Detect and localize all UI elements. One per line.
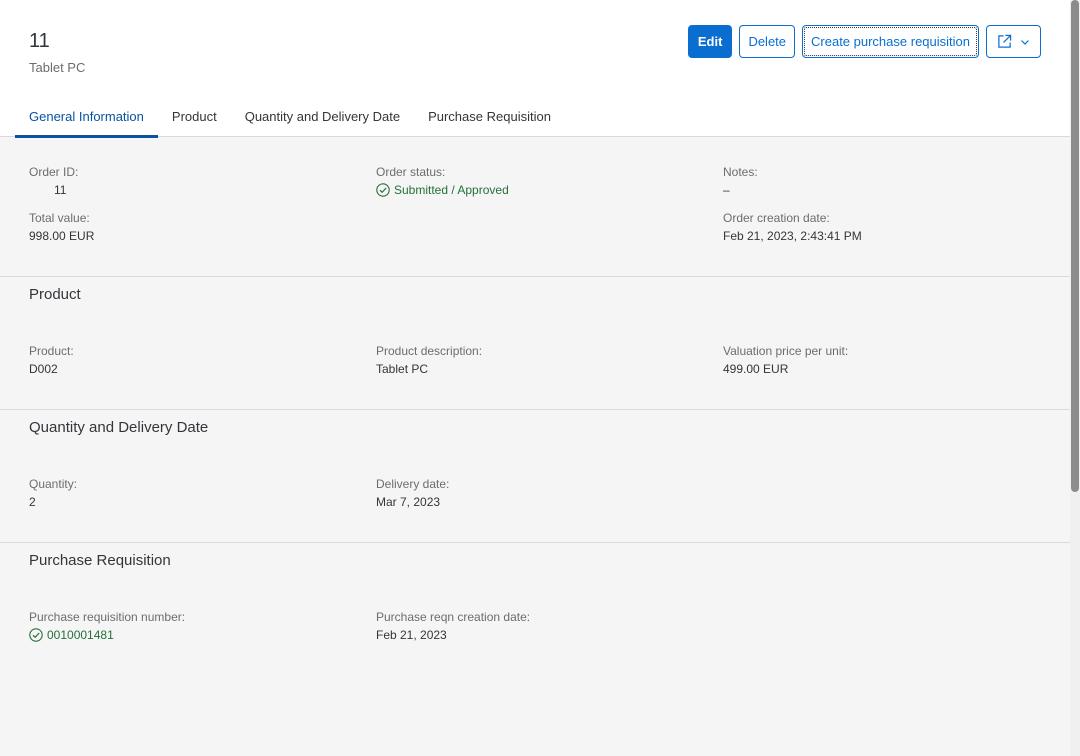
order-status-label: Order status:	[376, 165, 446, 179]
header-actions: Edit Delete Create purchase requisition	[687, 25, 1041, 58]
field-product: Product: D002	[29, 343, 74, 377]
success-check-icon	[376, 183, 390, 197]
share-menu-button[interactable]	[986, 25, 1041, 58]
quantity-label: Quantity:	[29, 477, 78, 491]
total-value-value: 998.00 EUR	[29, 229, 95, 243]
chevron-down-icon	[1021, 39, 1029, 45]
edit-button[interactable]: Edit	[687, 25, 733, 58]
field-delivery-date: Delivery date: Mar 7, 2023	[376, 476, 449, 510]
order-id-label: Order ID:	[29, 165, 79, 179]
success-check-icon	[29, 628, 43, 642]
vertical-scrollbar[interactable]	[1070, 0, 1080, 756]
section-title-quantity: Quantity and Delivery Date	[29, 419, 209, 436]
product-label: Product:	[29, 344, 74, 358]
field-order-status: Order status: Submitted / Approved	[376, 164, 509, 198]
field-order-creation-date: Order creation date: Feb 21, 2023, 2:43:…	[723, 210, 862, 244]
field-purchase-reqn-creation-date: Purchase reqn creation date: Feb 21, 202…	[376, 609, 530, 643]
delivery-date-value: Mar 7, 2023	[376, 495, 441, 509]
share-icon	[998, 34, 1012, 48]
delete-button[interactable]: Delete	[739, 25, 796, 58]
total-value-label: Total value:	[29, 211, 90, 225]
notes-value: –	[723, 183, 730, 197]
field-order-id: Order ID: 11	[29, 164, 78, 198]
section-product: Product Product: D002 Product descriptio…	[0, 277, 1070, 410]
valuation-price-value: 499.00 EUR	[723, 362, 789, 376]
field-purchase-requisition-number: Purchase requisition number: 0010001481	[29, 609, 185, 643]
tab-product[interactable]: Product	[158, 109, 231, 137]
order-status-text: Submitted / Approved	[394, 183, 509, 197]
create-purchase-requisition-button[interactable]: Create purchase requisition	[802, 25, 979, 58]
tab-general-information[interactable]: General Information	[15, 109, 158, 138]
order-creation-date-label: Order creation date:	[723, 211, 830, 225]
page-title: 11	[29, 30, 50, 52]
field-quantity: Quantity: 2	[29, 476, 77, 510]
delivery-date-label: Delivery date:	[376, 477, 450, 491]
purchase-requisition-number-text: 0010001481	[47, 628, 114, 642]
page-subtitle: Tablet PC	[29, 60, 86, 75]
tab-quantity-and-delivery-date[interactable]: Quantity and Delivery Date	[231, 109, 414, 137]
notes-label: Notes:	[723, 165, 758, 179]
tab-purchase-requisition[interactable]: Purchase Requisition	[414, 109, 565, 137]
order-creation-date-value: Feb 21, 2023, 2:43:41 PM	[723, 229, 862, 243]
field-total-value: Total value: 998.00 EUR	[29, 210, 94, 244]
field-notes: Notes: –	[723, 164, 758, 198]
section-general-information: Order ID: 11 Order status: Submitted / A…	[0, 137, 1070, 277]
order-id-value: 11	[54, 183, 67, 197]
order-status-value: Submitted / Approved	[376, 182, 509, 198]
purchase-reqn-creation-date-label: Purchase reqn creation date:	[376, 610, 531, 624]
quantity-value: 2	[29, 495, 36, 509]
product-description-label: Product description:	[376, 344, 483, 358]
purchase-requisition-number-value: 0010001481	[29, 627, 185, 643]
purchase-requisition-number-label: Purchase requisition number:	[29, 610, 186, 624]
product-description-value: Tablet PC	[376, 362, 429, 376]
product-value: D002	[29, 362, 58, 376]
purchase-reqn-creation-date-value: Feb 21, 2023	[376, 628, 447, 642]
section-purchase-requisition: Purchase Requisition Purchase requisitio…	[0, 543, 1070, 756]
section-title-purchase-requisition: Purchase Requisition	[29, 552, 171, 569]
section-title-product: Product	[29, 286, 81, 303]
scrollbar-thumb[interactable]	[1071, 0, 1079, 492]
object-page-header: 11 Tablet PC Edit Delete Create purchase…	[0, 0, 1070, 138]
section-quantity-and-delivery-date: Quantity and Delivery Date Quantity: 2 D…	[0, 410, 1070, 543]
valuation-price-label: Valuation price per unit:	[723, 344, 849, 358]
anchor-bar: General Information Product Quantity and…	[0, 109, 565, 138]
field-product-description: Product description: Tablet PC	[376, 343, 482, 377]
field-valuation-price: Valuation price per unit: 499.00 EUR	[723, 343, 848, 377]
